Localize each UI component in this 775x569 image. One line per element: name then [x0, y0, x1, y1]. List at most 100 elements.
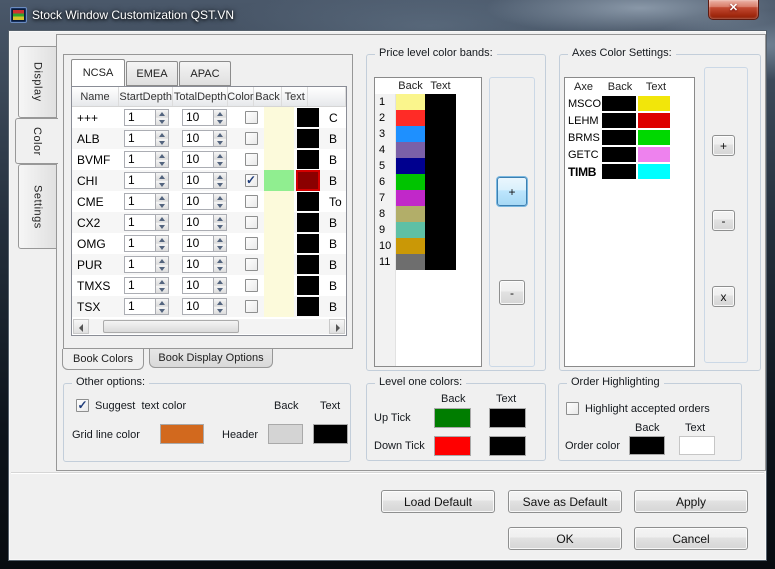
- header-startdepth[interactable]: StartDepth: [119, 87, 174, 106]
- header-color[interactable]: Color: [227, 87, 254, 106]
- totaldepth-spinner[interactable]: 10: [182, 151, 227, 168]
- axes-row[interactable]: GETC: [565, 146, 694, 163]
- book-table-row[interactable]: OMG 1 10 B: [72, 233, 346, 254]
- row-text-swatch[interactable]: [297, 255, 319, 274]
- band-text-swatch[interactable]: [425, 238, 456, 254]
- startdepth-spinner[interactable]: 1: [124, 277, 169, 294]
- header-text[interactable]: Text: [282, 87, 309, 106]
- spin-up-icon[interactable]: [214, 215, 226, 223]
- scroll-right-icon[interactable]: [329, 319, 345, 334]
- spin-down-icon[interactable]: [156, 139, 168, 146]
- axe-text-swatch[interactable]: [638, 96, 670, 111]
- tab-display[interactable]: Display: [18, 46, 57, 118]
- header-back-swatch[interactable]: [268, 424, 303, 444]
- book-table-row[interactable]: CX2 1 10 B: [72, 212, 346, 233]
- totaldepth-spinner[interactable]: 10: [182, 298, 227, 315]
- band-add-button[interactable]: +: [497, 177, 527, 206]
- row-color-checkbox[interactable]: [244, 216, 258, 229]
- startdepth-spinner[interactable]: 1: [124, 256, 169, 273]
- header-back[interactable]: Back: [254, 87, 283, 106]
- spin-down-icon[interactable]: [156, 244, 168, 251]
- band-back-swatch[interactable]: [396, 238, 425, 254]
- totaldepth-spinner[interactable]: 10: [182, 130, 227, 147]
- startdepth-spinner[interactable]: 1: [124, 235, 169, 252]
- startdepth-spinner[interactable]: 1: [124, 151, 169, 168]
- row-text-swatch[interactable]: [298, 172, 318, 189]
- grid-line-color-swatch[interactable]: [160, 424, 204, 444]
- band-text-swatch[interactable]: [425, 94, 456, 110]
- spin-up-icon[interactable]: [156, 299, 168, 307]
- header-extra[interactable]: [308, 87, 346, 106]
- band-text-swatch[interactable]: [425, 190, 456, 206]
- book-table-row[interactable]: BVMF 1 10 B: [72, 149, 346, 170]
- axe-text-swatch[interactable]: [638, 113, 670, 128]
- axes-row[interactable]: TIMB: [565, 163, 694, 180]
- startdepth-spinner[interactable]: 1: [124, 298, 169, 315]
- spin-up-icon[interactable]: [156, 131, 168, 139]
- row-text-swatch[interactable]: [297, 129, 319, 148]
- row-color-checkbox[interactable]: [244, 258, 258, 271]
- band-text-swatch[interactable]: [425, 206, 456, 222]
- spin-up-icon[interactable]: [214, 110, 226, 118]
- spin-up-icon[interactable]: [156, 257, 168, 265]
- price-band-row[interactable]: 1: [375, 94, 481, 110]
- row-text-swatch[interactable]: [297, 213, 319, 232]
- axe-back-swatch[interactable]: [602, 113, 636, 128]
- row-color-checkbox[interactable]: [244, 153, 258, 166]
- row-color-checkbox[interactable]: [244, 111, 258, 124]
- price-band-row[interactable]: 7: [375, 190, 481, 206]
- band-back-swatch[interactable]: [396, 190, 425, 206]
- spin-up-icon[interactable]: [156, 278, 168, 286]
- header-text-swatch[interactable]: [313, 424, 348, 444]
- band-text-swatch[interactable]: [425, 142, 456, 158]
- totaldepth-spinner[interactable]: 10: [182, 235, 227, 252]
- band-text-swatch[interactable]: [425, 222, 456, 238]
- spin-down-icon[interactable]: [214, 118, 226, 125]
- spin-down-icon[interactable]: [214, 265, 226, 272]
- row-color-checkbox[interactable]: [244, 195, 258, 208]
- band-back-swatch[interactable]: [396, 126, 425, 142]
- title-bar[interactable]: Stock Window Customization QST.VN ✕: [0, 0, 775, 30]
- axe-back-swatch[interactable]: [602, 147, 636, 162]
- row-text-swatch[interactable]: [297, 297, 319, 316]
- spin-down-icon[interactable]: [214, 139, 226, 146]
- row-text-swatch[interactable]: [297, 234, 319, 253]
- up-tick-back-swatch[interactable]: [434, 408, 471, 428]
- suggest-text-color-checkbox[interactable]: [76, 399, 89, 412]
- axes-add-button[interactable]: +: [712, 135, 735, 156]
- scrollbar-thumb[interactable]: [103, 320, 239, 333]
- horizontal-scrollbar[interactable]: [73, 319, 345, 334]
- startdepth-spinner[interactable]: 1: [124, 172, 169, 189]
- band-back-swatch[interactable]: [396, 222, 425, 238]
- axe-text-swatch[interactable]: [638, 130, 670, 145]
- row-color-checkbox[interactable]: [244, 300, 258, 313]
- spin-up-icon[interactable]: [214, 257, 226, 265]
- load-default-button[interactable]: Load Default: [381, 490, 495, 513]
- startdepth-spinner[interactable]: 1: [124, 130, 169, 147]
- down-tick-text-swatch[interactable]: [489, 436, 526, 456]
- spin-down-icon[interactable]: [214, 181, 226, 188]
- book-table-row[interactable]: +++ 1 10 C: [72, 107, 346, 128]
- spin-up-icon[interactable]: [156, 110, 168, 118]
- spin-down-icon[interactable]: [156, 307, 168, 314]
- price-band-row[interactable]: 8: [375, 206, 481, 222]
- order-back-swatch[interactable]: [629, 436, 665, 455]
- header-name[interactable]: Name: [72, 87, 119, 106]
- tab-emea[interactable]: EMEA: [126, 61, 178, 86]
- book-table-row[interactable]: TMXS 1 10 B: [72, 275, 346, 296]
- spin-down-icon[interactable]: [156, 160, 168, 167]
- row-back-swatch[interactable]: [264, 128, 294, 149]
- save-as-default-button[interactable]: Save as Default: [508, 490, 622, 513]
- price-band-row[interactable]: 3: [375, 126, 481, 142]
- band-text-swatch[interactable]: [425, 158, 456, 174]
- row-back-swatch[interactable]: [264, 107, 294, 128]
- row-back-swatch[interactable]: [264, 275, 294, 296]
- startdepth-spinner[interactable]: 1: [124, 214, 169, 231]
- ok-button[interactable]: OK: [508, 527, 622, 550]
- spin-up-icon[interactable]: [214, 299, 226, 307]
- tab-book-display-options[interactable]: Book Display Options: [149, 349, 273, 368]
- spin-down-icon[interactable]: [214, 244, 226, 251]
- axes-row[interactable]: BRMS: [565, 129, 694, 146]
- spin-down-icon[interactable]: [214, 223, 226, 230]
- row-back-swatch[interactable]: [264, 191, 294, 212]
